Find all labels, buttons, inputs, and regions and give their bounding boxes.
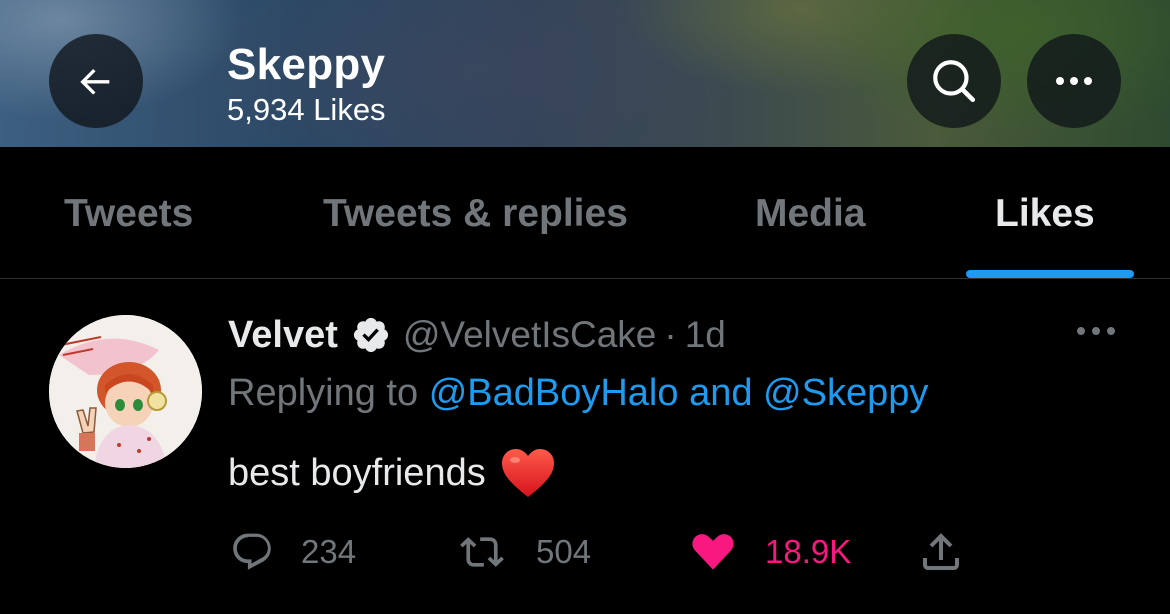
- verified-badge-icon: [353, 317, 388, 353]
- like-button[interactable]: 18.9K: [689, 527, 851, 577]
- profile-name: Skeppy: [227, 40, 386, 89]
- retweet-icon: [460, 537, 504, 567]
- tweet-text: best boyfriends: [228, 451, 486, 494]
- mention-conjunction[interactable]: and: [689, 372, 752, 414]
- author-name[interactable]: Velvet: [228, 314, 338, 357]
- replying-to: Replying to @BadBoyHalo and @Skeppy: [228, 372, 928, 415]
- more-horizontal-icon: [1056, 77, 1092, 85]
- reply-icon: [233, 533, 271, 570]
- heart-filled-icon: [692, 534, 734, 570]
- author-handle[interactable]: @VelvetIsCake: [403, 314, 657, 356]
- search-icon: [933, 60, 976, 103]
- share-button[interactable]: [915, 527, 967, 577]
- red-heart-emoji-icon: [501, 449, 554, 497]
- share-icon: [923, 533, 959, 570]
- like-count: 18.9K: [765, 533, 852, 570]
- tweet-header: Velvet @VelvetIsCake · 1d: [228, 311, 726, 359]
- author-avatar[interactable]: [49, 315, 202, 468]
- tweet-more-icon[interactable]: [1072, 316, 1120, 346]
- replying-to-label: Replying to: [228, 372, 419, 414]
- tweet-body: best boyfriends: [228, 447, 556, 499]
- tweet-time[interactable]: 1d: [685, 314, 726, 356]
- retweet-count: 504: [536, 533, 592, 570]
- active-tab-indicator: [966, 270, 1134, 278]
- profile-tabs: Tweets Tweets & replies Media Likes: [0, 147, 1170, 279]
- mention-link[interactable]: @Skeppy: [763, 372, 928, 414]
- more-button[interactable]: [1027, 34, 1121, 128]
- likes-count: 5,934 Likes: [227, 92, 386, 127]
- reply-button[interactable]: 234: [229, 527, 356, 577]
- reply-count: 234: [301, 533, 357, 570]
- separator-dot: ·: [664, 314, 677, 355]
- retweet-button[interactable]: 504: [454, 527, 591, 577]
- tab-tweets-replies[interactable]: Tweets & replies: [323, 192, 628, 236]
- arrow-left-icon: [80, 69, 110, 95]
- search-button[interactable]: [907, 34, 1001, 128]
- tab-tweets[interactable]: Tweets: [64, 192, 193, 236]
- mention-link[interactable]: @BadBoyHalo: [429, 372, 679, 414]
- avatar-image: [49, 315, 202, 468]
- tab-media[interactable]: Media: [755, 192, 866, 236]
- back-button[interactable]: [49, 34, 143, 128]
- profile-header: Skeppy 5,934 Likes: [0, 0, 1170, 147]
- tab-likes[interactable]: Likes: [995, 192, 1095, 236]
